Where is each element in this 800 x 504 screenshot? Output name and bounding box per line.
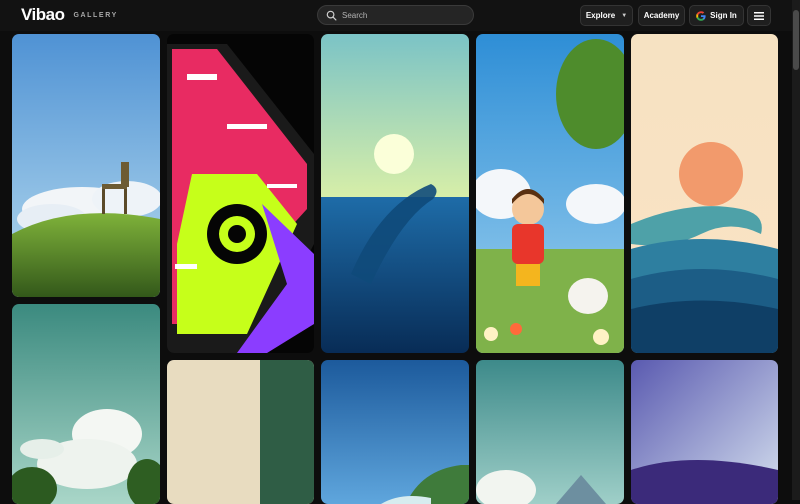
top-header: Vibao GALLERY Explore ▼ Academy Sign In <box>0 0 792 31</box>
menu-button[interactable] <box>747 5 771 26</box>
neon-circuit-image <box>167 34 314 353</box>
purple-abstract-image <box>631 360 778 504</box>
google-icon <box>696 10 706 21</box>
clouds-mountains-image <box>476 360 624 504</box>
gallery-item-neon-circuit[interactable] <box>167 34 314 353</box>
boy-dog-meadow-image <box>476 34 624 353</box>
sign-in-label: Sign In <box>710 11 737 20</box>
gallery-item-beige-green[interactable] <box>167 360 314 504</box>
gallery-item-whale-sun[interactable] <box>321 34 469 353</box>
explore-label: Explore <box>585 11 616 20</box>
gallery-item-chair-hill[interactable] <box>12 34 160 297</box>
chair-hill-image <box>12 34 160 297</box>
academy-button[interactable]: Academy <box>638 5 685 26</box>
search-input[interactable] <box>342 10 462 20</box>
beige-green-image <box>167 360 314 504</box>
academy-label: Academy <box>643 11 680 20</box>
gallery-item-sunset-wave[interactable] <box>631 34 778 353</box>
gallery-item-boy-dog-meadow[interactable] <box>476 34 624 353</box>
gallery-item-clouds-trees[interactable] <box>12 304 160 504</box>
gallery-item-clouds-mountains[interactable] <box>476 360 624 504</box>
sunset-wave-image <box>631 34 778 353</box>
hamburger-icon <box>754 11 764 20</box>
search-icon <box>326 10 337 20</box>
gallery-item-blue-island[interactable] <box>321 360 469 504</box>
brand-name: Vibao <box>21 5 65 24</box>
explore-button[interactable]: Explore ▼ <box>580 5 633 26</box>
brand-logo[interactable]: Vibao GALLERY <box>21 5 118 25</box>
search-bar[interactable] <box>317 5 474 25</box>
gallery-item-purple-abstract[interactable] <box>631 360 778 504</box>
sign-in-button[interactable]: Sign In <box>689 5 744 26</box>
chevron-down-icon: ▼ <box>621 12 628 19</box>
brand-subtitle: GALLERY <box>73 12 118 19</box>
whale-sun-image <box>321 34 469 353</box>
clouds-trees-image <box>12 304 160 504</box>
page-scrollbar[interactable] <box>792 0 800 500</box>
blue-island-image <box>321 360 469 504</box>
scrollbar-thumb[interactable] <box>793 10 799 70</box>
